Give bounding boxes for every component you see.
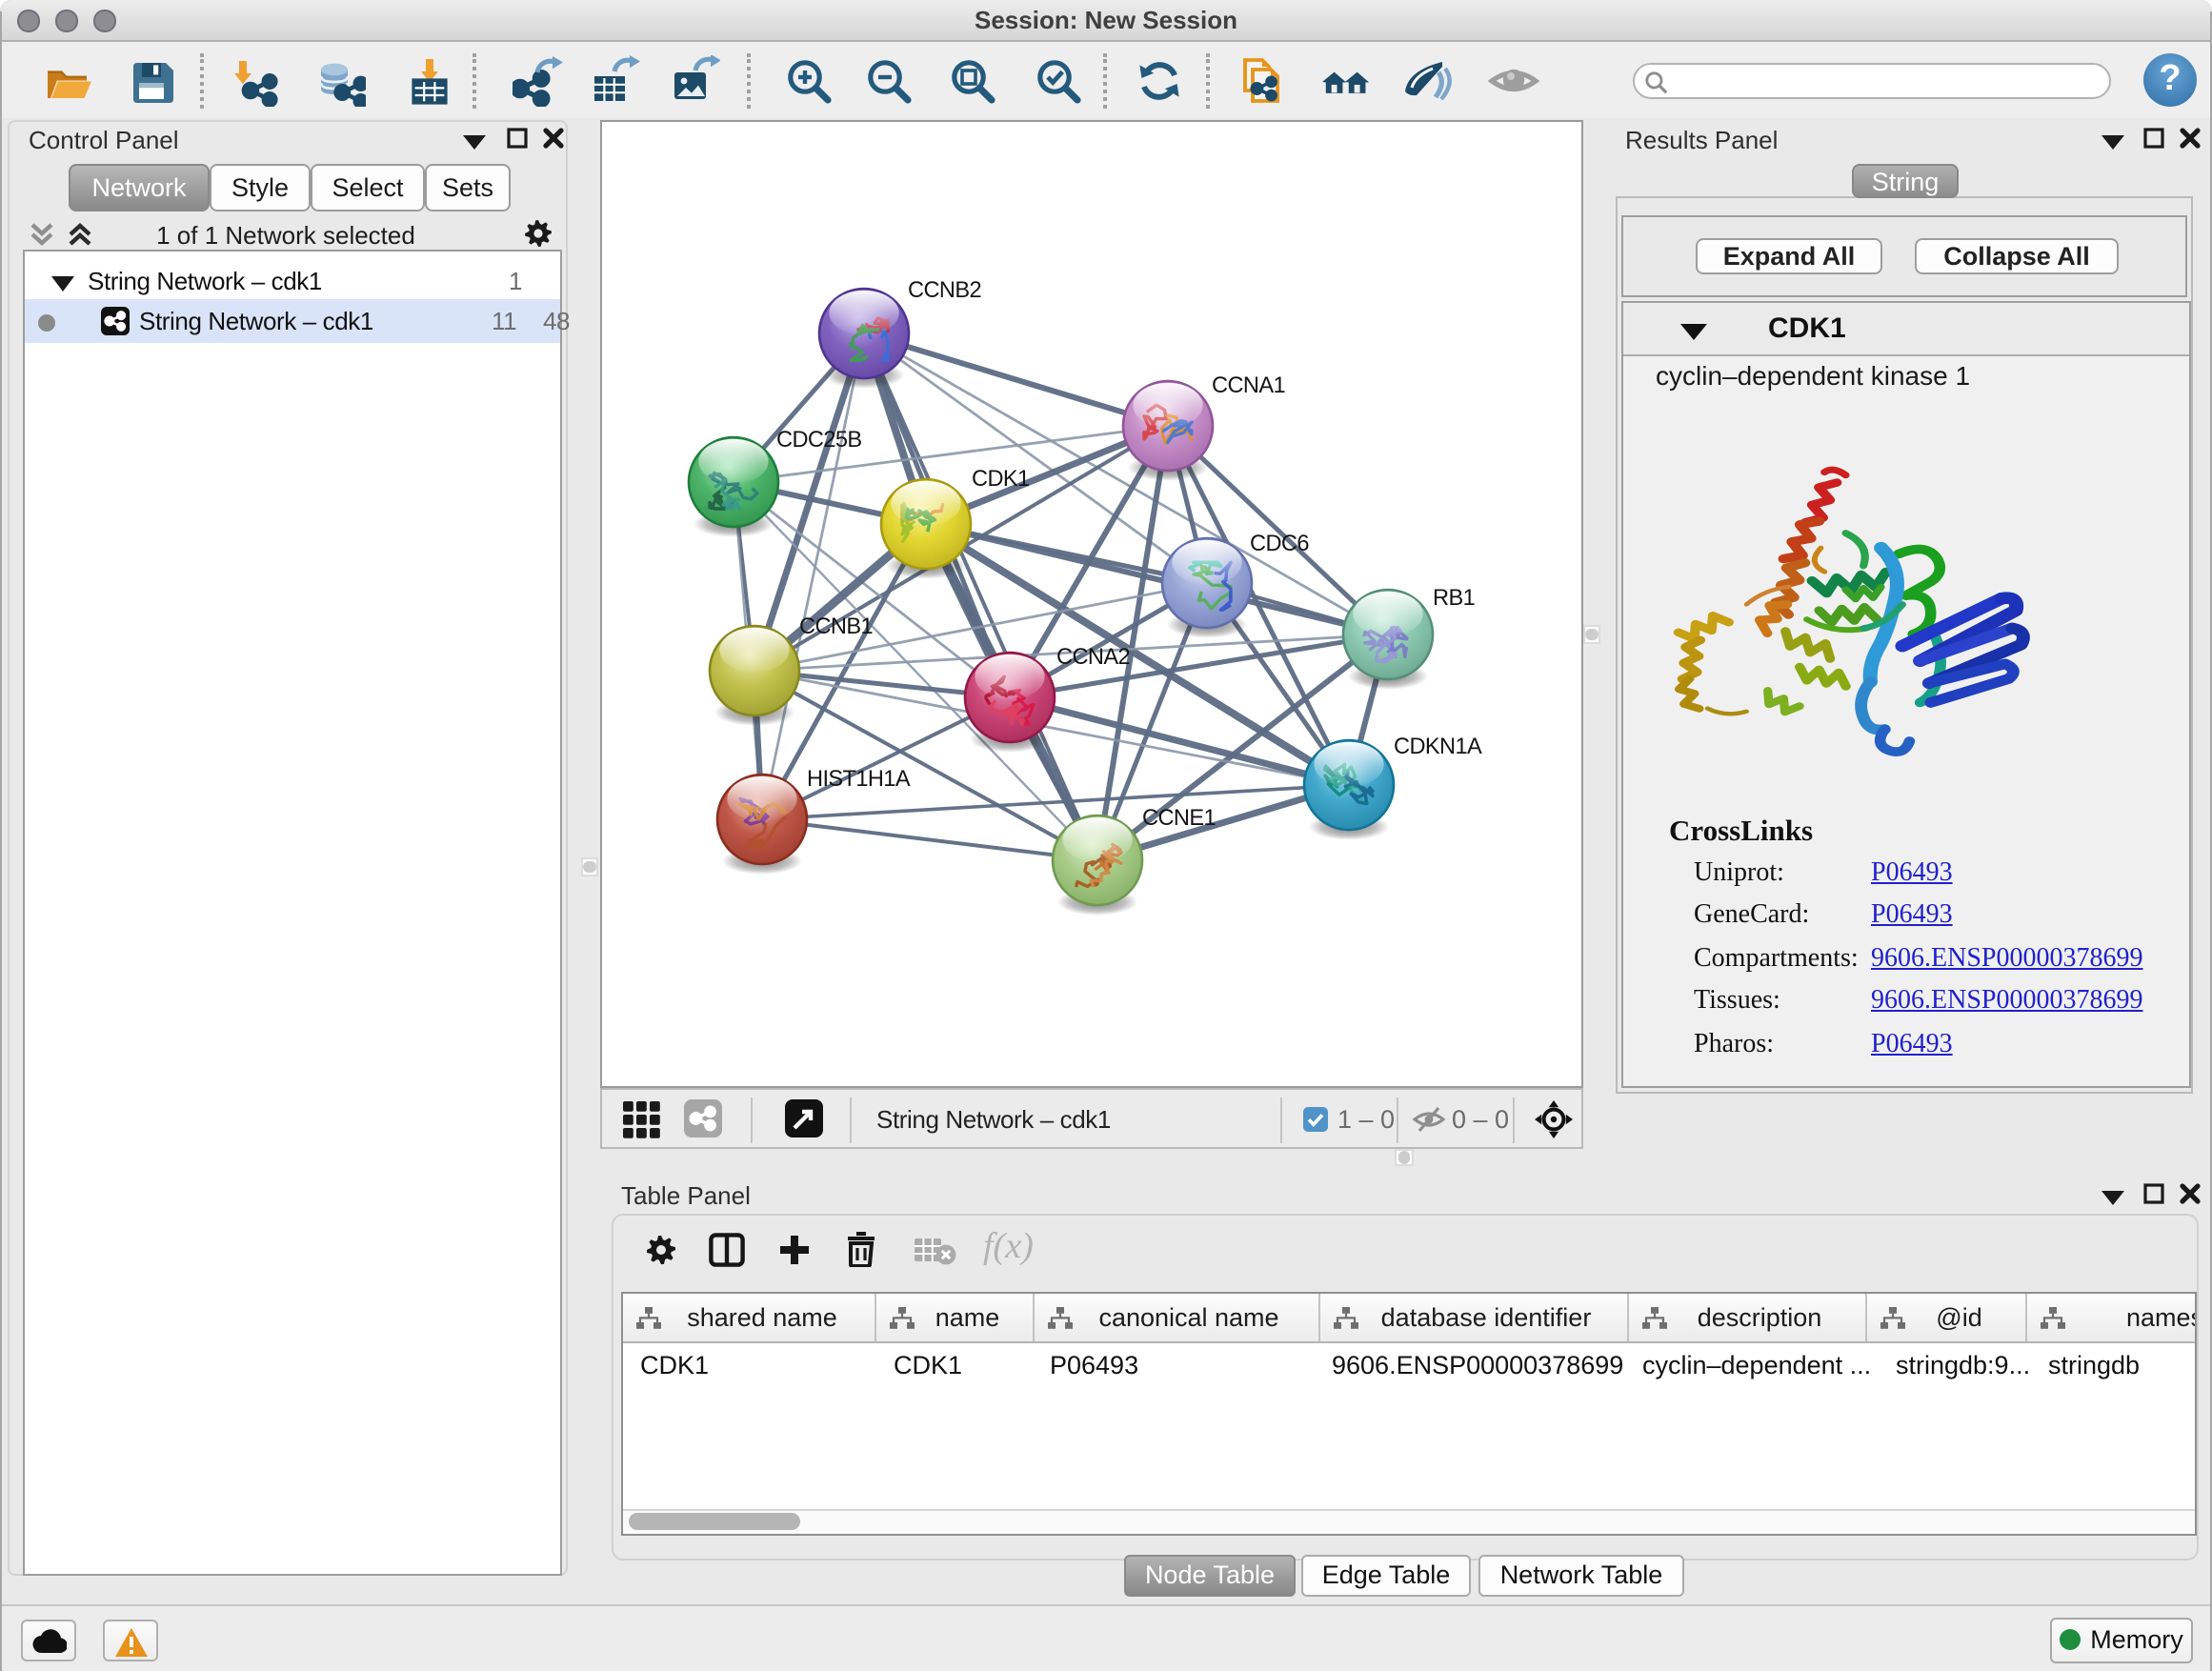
svg-text:HIST1H1A: HIST1H1A: [807, 767, 911, 792]
svg-text:CDK1: CDK1: [972, 467, 1030, 492]
svg-text:CDC6: CDC6: [1250, 532, 1309, 556]
svg-text:CCNE1: CCNE1: [1142, 806, 1216, 831]
svg-text:CDKN1A: CDKN1A: [1394, 735, 1482, 759]
svg-text:CCNA2: CCNA2: [1056, 645, 1130, 670]
svg-text:CCNB2: CCNB2: [908, 278, 981, 303]
svg-text:CCNB1: CCNB1: [799, 614, 873, 639]
svg-text:CCNA1: CCNA1: [1212, 373, 1285, 398]
svg-text:CDC25B: CDC25B: [776, 428, 862, 453]
svg-text:RB1: RB1: [1433, 586, 1475, 611]
